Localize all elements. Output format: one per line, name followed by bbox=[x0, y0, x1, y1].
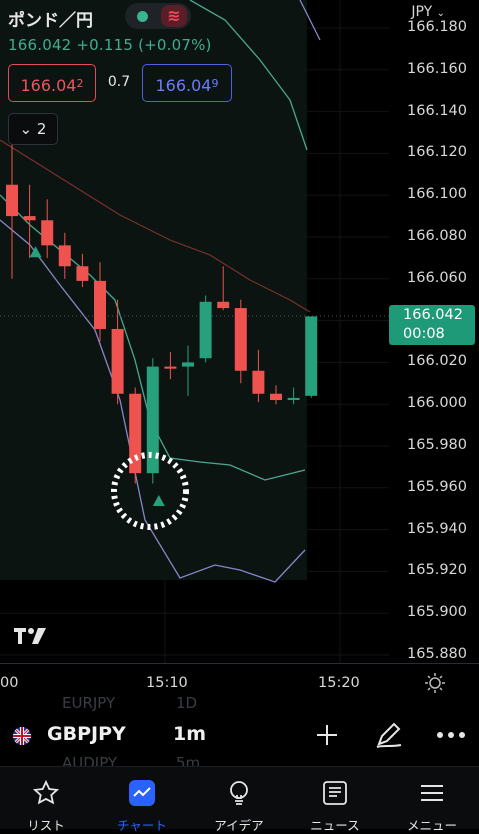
candle bbox=[129, 387, 142, 484]
candle-body bbox=[6, 184, 18, 217]
price-tick: 166.020 bbox=[407, 353, 467, 370]
interval-selector[interactable]: 1m bbox=[173, 723, 206, 745]
spread-value: 0.7 bbox=[107, 74, 131, 90]
menu-icon bbox=[421, 785, 443, 801]
candle-body bbox=[111, 328, 124, 394]
bottom-tab-bar: リスト チャート アイデア ニュース メニュー bbox=[0, 766, 479, 833]
price-tick: 166.000 bbox=[407, 395, 467, 412]
price-tick: 166.160 bbox=[407, 60, 467, 77]
price-tick: 165.960 bbox=[407, 478, 467, 495]
candle-body bbox=[164, 366, 177, 369]
uk-flag-icon bbox=[13, 727, 31, 745]
candle bbox=[305, 316, 318, 398]
price-tick: 166.180 bbox=[407, 19, 467, 35]
more-icon[interactable] bbox=[436, 730, 466, 740]
market-open-dot bbox=[137, 11, 148, 22]
price-tick: 165.900 bbox=[407, 604, 467, 621]
indicators-collapse-button[interactable]: ⌄ 2 bbox=[8, 113, 58, 145]
candle bbox=[199, 295, 212, 363]
price-change-line: 166.042 +0.115 (+0.07%) bbox=[8, 36, 212, 54]
tab-ideas[interactable]: アイデア bbox=[191, 779, 287, 834]
tab-menu[interactable]: メニュー bbox=[384, 779, 479, 834]
current-price: 166.042 bbox=[403, 307, 463, 323]
price-tick: 166.140 bbox=[407, 102, 467, 119]
star-icon bbox=[32, 779, 60, 805]
time-tick: 15:20 bbox=[318, 675, 360, 691]
tab-news[interactable]: ニュース bbox=[287, 779, 383, 834]
buy-button[interactable]: 166.049 bbox=[142, 64, 232, 102]
price-tick: 165.880 bbox=[407, 646, 467, 662]
currency-selector[interactable]: JPY ⌄ bbox=[411, 4, 445, 20]
market-toggle[interactable]: ≋ bbox=[125, 3, 191, 29]
news-icon bbox=[323, 781, 347, 805]
pencil-icon[interactable] bbox=[374, 720, 404, 750]
candle-body bbox=[41, 220, 54, 246]
candle-body bbox=[234, 308, 247, 371]
sell-button[interactable]: 166.042 bbox=[8, 64, 96, 102]
last-price: 166.042 bbox=[8, 36, 72, 54]
price-change: +0.115 (+0.07%) bbox=[76, 36, 212, 54]
price-tick: 166.080 bbox=[407, 228, 467, 244]
time-axis-separator bbox=[0, 663, 479, 664]
settings-sun-icon[interactable] bbox=[424, 672, 446, 694]
tradingview-logo-icon bbox=[12, 624, 52, 651]
candle-body bbox=[217, 301, 230, 309]
price-tick: 165.920 bbox=[407, 562, 467, 579]
candle-body bbox=[182, 362, 194, 367]
tab-list[interactable]: リスト bbox=[0, 779, 94, 834]
ghost-interval: 1D bbox=[176, 694, 198, 712]
lightbulb-icon bbox=[230, 781, 248, 805]
bar-countdown: 00:08 bbox=[403, 326, 445, 342]
price-tick: 165.940 bbox=[407, 520, 467, 537]
plus-icon[interactable] bbox=[314, 722, 340, 748]
indicators-count: 2 bbox=[36, 120, 47, 138]
chart-icon bbox=[129, 780, 155, 806]
candle-body bbox=[23, 216, 36, 221]
price-tick: 165.980 bbox=[407, 437, 467, 453]
candle-body bbox=[199, 301, 212, 359]
candle-body bbox=[287, 397, 300, 401]
symbol-selector[interactable]: GBPJPY bbox=[47, 723, 126, 745]
time-tick: 00 bbox=[0, 675, 19, 691]
price-tick: 166.100 bbox=[407, 186, 467, 203]
tab-chart[interactable]: チャート bbox=[94, 779, 190, 834]
wave-icon[interactable]: ≋ bbox=[161, 5, 187, 27]
chevron-down-icon: ⌄ bbox=[436, 8, 445, 19]
candle-body bbox=[76, 266, 89, 281]
current-price-label: 166.042 00:08 bbox=[389, 305, 475, 345]
symbol-title: ポンド／円 bbox=[8, 11, 93, 31]
candle-body bbox=[58, 245, 71, 267]
candle-body bbox=[270, 393, 282, 401]
ghost-symbol: EURJPY bbox=[62, 694, 116, 712]
candle bbox=[146, 358, 159, 484]
time-tick: 15:10 bbox=[146, 675, 188, 691]
chevron-down-icon: ⌄ bbox=[19, 120, 33, 138]
candle-body bbox=[252, 370, 265, 394]
candle bbox=[234, 299, 247, 384]
price-tick: 166.060 bbox=[407, 269, 467, 286]
price-tick: 166.120 bbox=[407, 144, 467, 161]
candle-body bbox=[94, 280, 106, 329]
candle-body bbox=[305, 316, 318, 396]
